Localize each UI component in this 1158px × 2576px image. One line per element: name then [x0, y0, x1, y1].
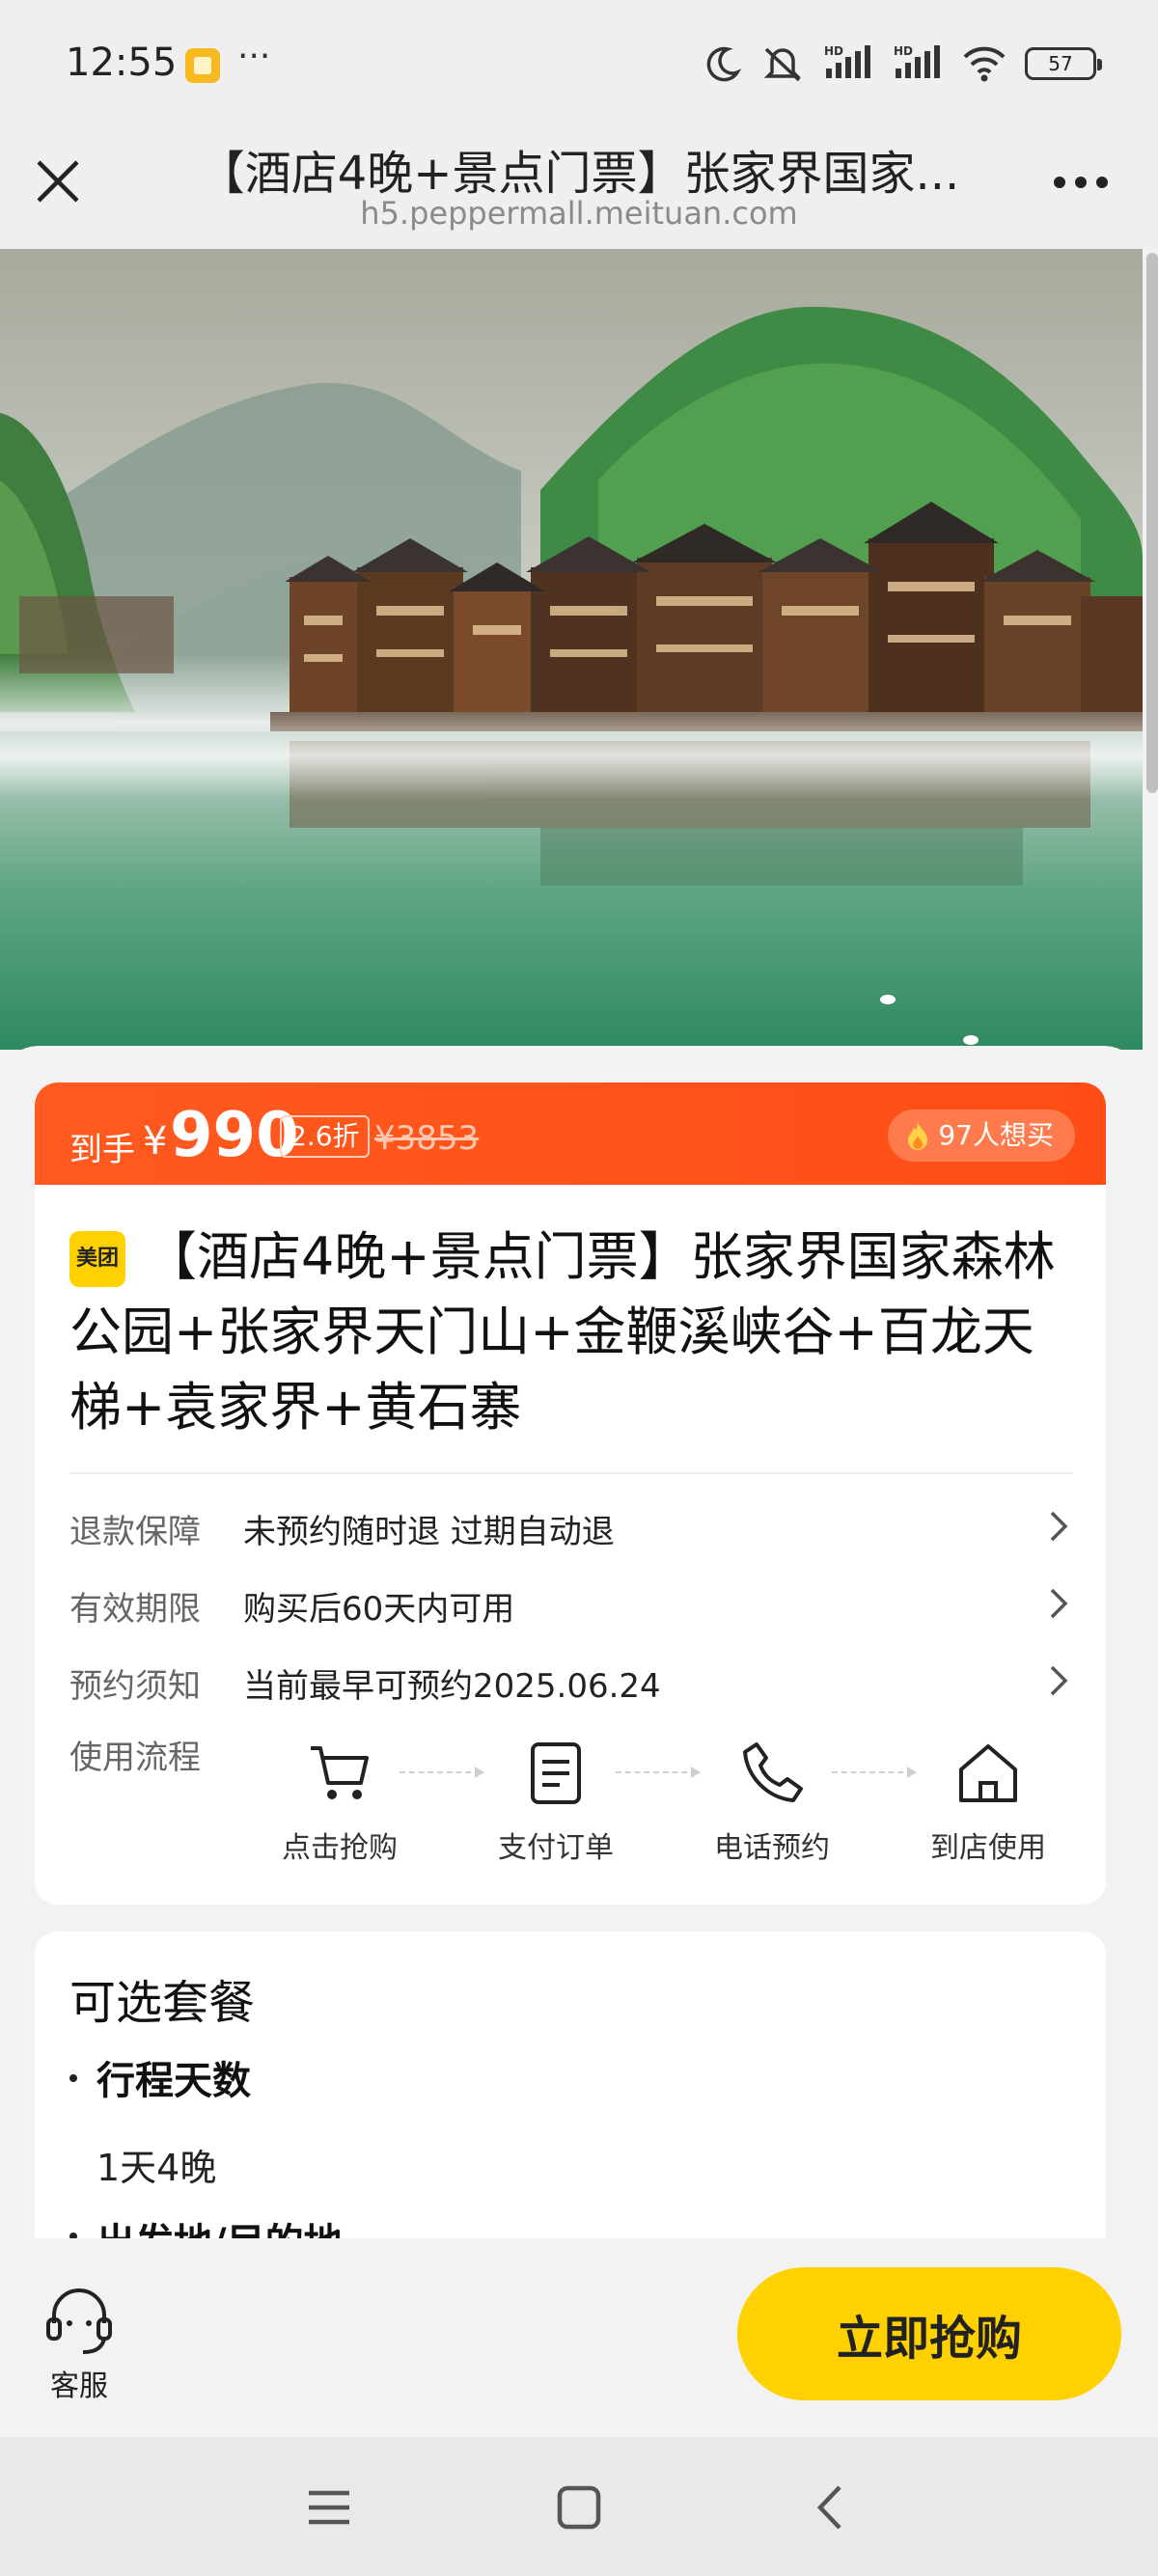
page-url: h5.peppermall.meituan.com	[360, 195, 798, 232]
flow-step-buy: 点击抢购	[262, 1739, 417, 1866]
info-label: 有效期限	[69, 1590, 201, 1629]
status-more-icon: ···	[237, 37, 271, 76]
flow-connector	[400, 1767, 484, 1778]
flow-step-label: 到店使用	[930, 1831, 1046, 1865]
info-label: 预约须知	[69, 1667, 201, 1706]
hd-signal-icon: HD	[824, 44, 870, 78]
info-label: 退款保障	[69, 1513, 201, 1551]
chevron-right-icon	[1050, 1588, 1068, 1619]
bullet-dot	[69, 2074, 77, 2082]
mute-icon	[763, 47, 802, 82]
close-icon[interactable]	[33, 156, 83, 206]
want-count-badge: 97人想买	[888, 1110, 1075, 1162]
original-price: ¥3853	[374, 1119, 480, 1158]
wifi-icon	[963, 46, 1006, 82]
meituan-logo: 美团	[69, 1231, 125, 1287]
flow-step-pay: 支付订单	[479, 1739, 633, 1866]
flow-connector	[616, 1767, 701, 1778]
status-bar: 12:55 ··· HD HD 57	[0, 0, 1158, 135]
price-currency: ¥	[143, 1119, 168, 1164]
moon-icon	[706, 46, 742, 82]
fire-icon	[908, 1122, 928, 1150]
info-value: 当前最早可预约2025.06.24	[243, 1667, 661, 1706]
flow-step-use: 到店使用	[911, 1739, 1065, 1866]
flow-step-label: 电话预约	[714, 1831, 830, 1865]
info-value: 未预约随时退 过期自动退	[243, 1513, 615, 1551]
price-bar: 到手 ¥ 990 2.6折 ¥3853 97人想买	[35, 1082, 1106, 1189]
package-options-card: 可选套餐 行程天数 1天4晚 出发地/目的地	[35, 1932, 1106, 2238]
customer-service-label[interactable]: 客服	[50, 2362, 108, 2404]
product-title: 【酒店4晚+景点门票】张家界国家森林公园+张家界天门山+金鞭溪峡谷+百龙天梯+袁…	[69, 1226, 1056, 1438]
package-section-destination: 出发地/目的地	[96, 2211, 343, 2238]
want-count-label: 97人想买	[938, 1119, 1054, 1151]
discount-badge: 2.6折	[280, 1115, 370, 1158]
bottom-action-bar: 客服 立即抢购	[0, 2238, 1158, 2437]
flow-step-label: 点击抢购	[282, 1831, 398, 1865]
product-info-card: 【酒店4晚+景点门票】张家界国家森林公园+张家界天门山+金鞭溪峡谷+百龙天梯+袁…	[35, 1185, 1106, 1905]
customer-service-icon[interactable]	[41, 2281, 118, 2358]
package-section-days: 行程天数	[96, 2059, 251, 2103]
chevron-right-icon	[1050, 1511, 1068, 1542]
menu-icon[interactable]	[303, 2481, 355, 2534]
price-prefix: 到手	[69, 1131, 135, 1169]
webview-header: 【酒店4晚+景点门票】张家界国家... h5.peppermall.meitua…	[0, 135, 1158, 249]
cart-icon	[311, 1746, 369, 1799]
chevron-right-icon	[1050, 1665, 1068, 1696]
order-icon	[531, 1742, 581, 1804]
hd-signal-icon: HD	[894, 44, 940, 78]
svg-text:HD: HD	[824, 44, 843, 58]
phone-icon	[743, 1742, 803, 1802]
package-option-days[interactable]: 1天4晚	[96, 2138, 216, 2191]
flow-step-label: 支付订单	[498, 1831, 614, 1865]
battery-icon: 57	[1025, 47, 1102, 80]
package-title: 可选套餐	[69, 1976, 256, 2030]
refund-policy-row[interactable]: 退款保障 未预约随时退 过期自动退	[69, 1497, 1073, 1555]
flow-connector	[832, 1767, 917, 1778]
validity-period-row[interactable]: 有效期限 购买后60天内可用	[69, 1575, 1073, 1632]
home-square-icon[interactable]	[553, 2481, 605, 2534]
booking-notice-row[interactable]: 预约须知 当前最早可预约2025.06.24	[69, 1652, 1073, 1710]
status-time: 12:55	[66, 41, 178, 85]
svg-text:HD: HD	[894, 44, 913, 58]
divider	[69, 1472, 1073, 1474]
more-options-icon[interactable]	[1050, 168, 1112, 197]
back-icon[interactable]	[805, 2481, 857, 2534]
info-value: 购买后60天内可用	[243, 1590, 515, 1629]
page-title: 【酒店4晚+景点门票】张家界国家...	[198, 147, 960, 201]
flow-step-call: 电话预约	[695, 1739, 849, 1866]
home-icon	[959, 1744, 1017, 1802]
usage-flow-label: 使用流程	[69, 1739, 201, 1777]
page-scrollbar[interactable]	[1146, 253, 1158, 793]
status-icons: HD HD 57	[703, 41, 1102, 87]
product-hero-image[interactable]	[0, 249, 1143, 1050]
buy-now-button[interactable]: 立即抢购	[737, 2267, 1121, 2400]
notification-app-icon	[185, 48, 220, 83]
system-navigation-bar	[0, 2437, 1158, 2576]
